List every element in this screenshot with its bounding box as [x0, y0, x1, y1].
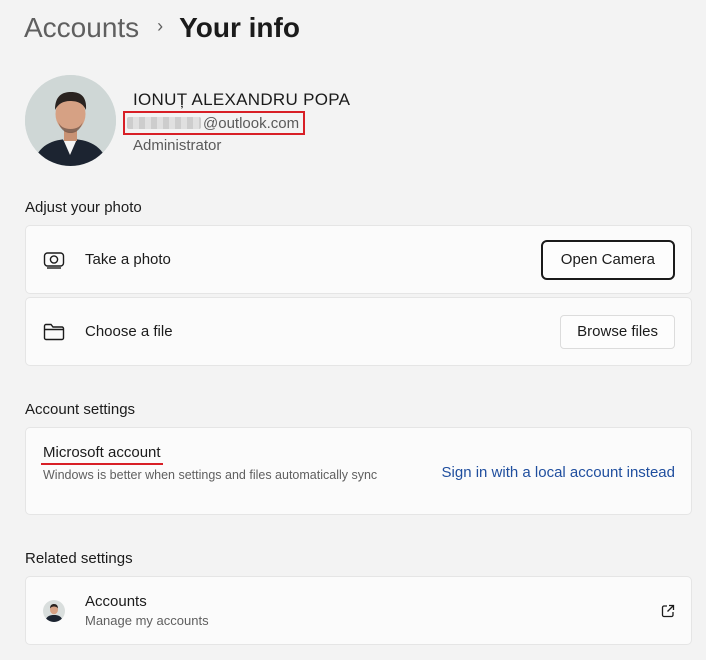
highlight-underline — [41, 463, 163, 465]
take-photo-card: Take a photo Open Camera — [25, 225, 692, 294]
external-link-icon — [661, 604, 675, 618]
microsoft-account-description: Windows is better when settings and file… — [43, 468, 378, 482]
page-title: Your info — [179, 12, 300, 43]
section-title-adjust-photo: Adjust your photo — [25, 199, 142, 216]
section-title-account-settings: Account settings — [25, 401, 136, 418]
profile-role: Administrator — [133, 137, 222, 154]
accounts-link-card[interactable]: Accounts Manage my accounts — [25, 576, 692, 645]
camera-icon — [43, 249, 65, 271]
redacted-email-user — [127, 117, 201, 129]
microsoft-account-card: Microsoft account Windows is better when… — [25, 427, 692, 515]
take-photo-label: Take a photo — [85, 251, 171, 268]
profile-email: @outlook.com — [203, 114, 300, 132]
section-title-related-settings: Related settings — [25, 550, 133, 567]
microsoft-account-title: Microsoft account — [41, 444, 163, 465]
choose-file-label: Choose a file — [85, 323, 173, 340]
avatar — [25, 75, 116, 166]
breadcrumb-chevron-icon: › — [157, 15, 164, 36]
breadcrumb: Accounts › Your info — [24, 6, 300, 50]
choose-file-card: Choose a file Browse files — [25, 297, 692, 366]
browse-files-button[interactable]: Browse files — [560, 314, 675, 349]
accounts-title: Accounts — [85, 593, 147, 610]
breadcrumb-accounts[interactable]: Accounts — [24, 12, 139, 44]
profile-name: IONUȚ ALEXANDRU POPA — [133, 90, 351, 109]
microsoft-account-label: Microsoft account — [43, 444, 161, 461]
profile-header: IONUȚ ALEXANDRU POPA @outlook.com Admini… — [25, 75, 350, 166]
accounts-avatar-icon — [43, 599, 65, 622]
local-account-link[interactable]: Sign in with a local account instead — [442, 464, 675, 481]
email-highlight: @outlook.com — [123, 111, 306, 135]
open-camera-button[interactable]: Open Camera — [540, 239, 675, 280]
folder-icon — [43, 321, 65, 343]
accounts-subtitle: Manage my accounts — [85, 613, 209, 628]
